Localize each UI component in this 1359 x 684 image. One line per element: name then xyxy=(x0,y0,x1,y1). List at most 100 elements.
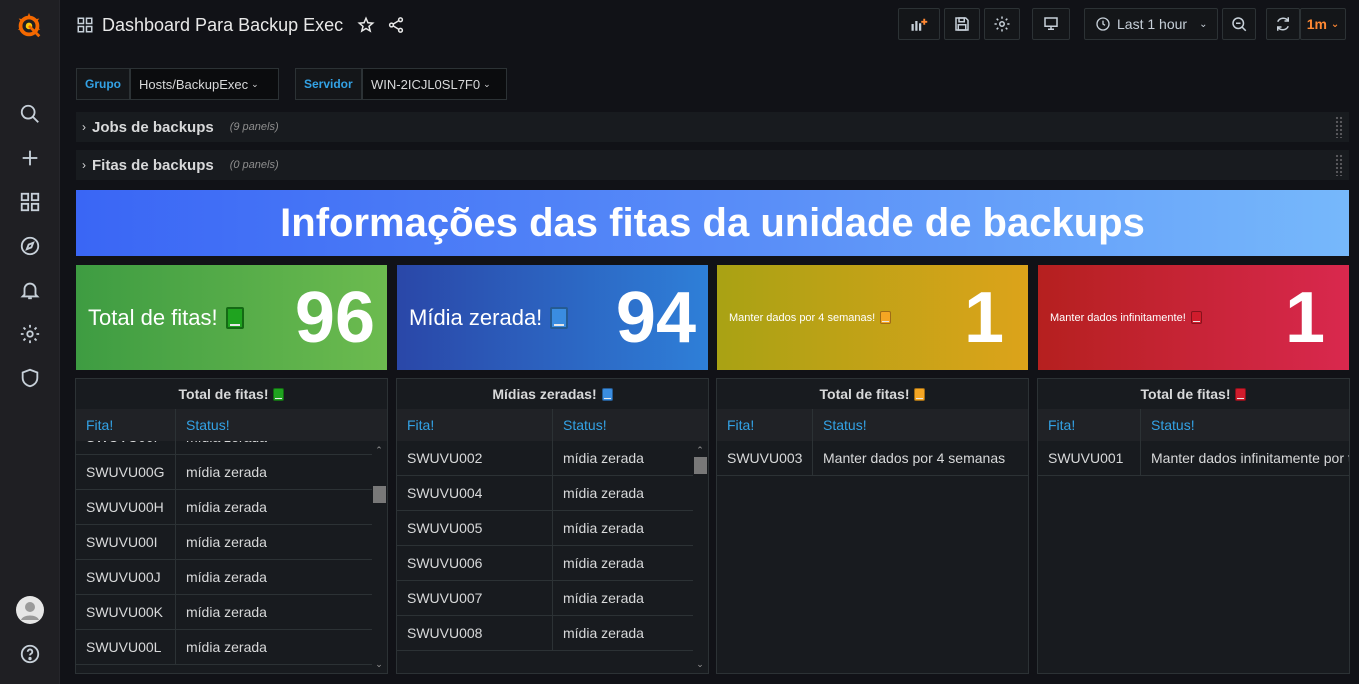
variable-select-servidor[interactable]: WIN-2ICJL0SL7F0 ⌄ xyxy=(362,68,507,100)
share-icon[interactable] xyxy=(387,16,405,34)
scrollbar-thumb[interactable] xyxy=(694,457,707,474)
plus-icon[interactable] xyxy=(16,144,44,172)
table-header: Fita! Status! xyxy=(397,409,708,441)
table-row[interactable]: SWUVU00I mídia zerada xyxy=(76,524,372,560)
scroll-up-icon[interactable]: ⌃ xyxy=(695,445,705,455)
star-icon[interactable] xyxy=(357,16,375,34)
row-title: Jobs de backups xyxy=(92,118,214,136)
column-header-status[interactable]: Status! xyxy=(553,409,693,441)
column-header-status[interactable]: Status! xyxy=(176,409,372,441)
table-row[interactable]: SWUVU001 Manter dados infinitamente por t… xyxy=(1038,441,1349,476)
column-header-fita[interactable]: Fita! xyxy=(76,409,176,441)
column-header-status[interactable]: Status! xyxy=(1141,409,1349,441)
panel-title: Total de fitas! xyxy=(1038,379,1349,409)
table-row[interactable]: SWUVU00K mídia zerada xyxy=(76,594,372,630)
chevron-right-icon: › xyxy=(82,158,86,172)
green-book-icon xyxy=(273,387,285,401)
stat-label: Mídia zerada! xyxy=(409,305,616,331)
table-body[interactable]: SWUVU003 Manter dados por 4 semanas xyxy=(717,441,1028,673)
chevron-down-icon: ⌄ xyxy=(1199,18,1208,30)
stat-manter-infinitamente[interactable]: Manter dados infinitamente! 1 xyxy=(1038,265,1349,370)
stat-value: 1 xyxy=(1284,277,1325,358)
help-icon[interactable] xyxy=(16,640,44,668)
dashboard-settings-button[interactable] xyxy=(984,8,1020,40)
cell-fita: SWUVU006 xyxy=(397,545,553,581)
bell-icon[interactable] xyxy=(16,276,44,304)
table-row[interactable]: SWUVU003 Manter dados por 4 semanas xyxy=(717,441,1028,476)
table-row[interactable]: SWUVU008 mídia zerada xyxy=(397,615,693,651)
gear-icon[interactable] xyxy=(16,320,44,348)
gear-icon xyxy=(994,16,1010,32)
scroll-down-icon[interactable]: ⌄ xyxy=(695,659,705,669)
cell-fita: SWUVU007 xyxy=(397,580,553,616)
table-row[interactable]: SWUVU00J mídia zerada xyxy=(76,559,372,595)
row-jobs-de-backups[interactable]: › Jobs de backups (9 panels) xyxy=(76,112,1349,142)
time-range-picker[interactable]: Last 1 hour ⌄ xyxy=(1084,8,1218,40)
variable-value-servidor: WIN-2ICJL0SL7F0 xyxy=(371,76,481,92)
cell-status: mídia zerada xyxy=(563,520,644,536)
scrollbar[interactable]: ⌃ ⌄ xyxy=(692,441,708,673)
stat-label: Manter dados infinitamente! xyxy=(1050,311,1285,324)
search-icon[interactable] xyxy=(16,100,44,128)
table-body[interactable]: SWUVU002 mídia zerada SWUVU004 mídia zerada… xyxy=(397,441,708,673)
add-panel-button[interactable] xyxy=(898,8,940,40)
cell-status: mídia zerada xyxy=(563,590,644,606)
save-icon xyxy=(955,17,969,31)
cell-fita: SWUVU008 xyxy=(397,615,553,651)
drag-handle-icon[interactable] xyxy=(1335,116,1343,138)
table-header: Fita! Status! xyxy=(717,409,1028,441)
scrollbar[interactable]: ⌃ ⌄ xyxy=(371,441,387,673)
table-row[interactable]: SWUVU002 mídia zerada xyxy=(397,441,693,476)
cell-fita: SWUVU002 xyxy=(397,441,553,476)
cycle-view-mode-button[interactable] xyxy=(1032,8,1070,40)
compass-icon[interactable] xyxy=(16,232,44,260)
refresh-interval-label: 1m xyxy=(1306,16,1327,32)
chevron-down-icon: ⌄ xyxy=(483,78,491,89)
red-book-icon xyxy=(1235,387,1247,401)
column-header-fita[interactable]: Fita! xyxy=(1038,409,1141,441)
column-header-status[interactable]: Status! xyxy=(813,409,1028,441)
table-row[interactable]: SWUVU00L mídia zerada xyxy=(76,629,372,665)
page-title[interactable]: Dashboard Para Backup Exec xyxy=(102,15,343,36)
dashboards-icon[interactable] xyxy=(16,188,44,216)
zoom-out-button[interactable] xyxy=(1222,8,1256,40)
refresh-button[interactable] xyxy=(1266,8,1300,40)
row-fitas-de-backups[interactable]: › Fitas de backups (0 panels) xyxy=(76,150,1349,180)
table-row[interactable]: SWUVU00H mídia zerada xyxy=(76,489,372,525)
table-row[interactable]: SWUVU006 mídia zerada xyxy=(397,545,693,581)
table-row[interactable]: SWUVU00F mídia zerada xyxy=(76,441,372,455)
table-row[interactable]: SWUVU005 mídia zerada xyxy=(397,510,693,546)
scroll-down-icon[interactable]: ⌄ xyxy=(374,659,384,669)
table-body[interactable]: SWUVU001 Manter dados infinitamente por t… xyxy=(1038,441,1349,673)
column-header-fita[interactable]: Fita! xyxy=(397,409,553,441)
grafana-logo-icon[interactable] xyxy=(14,10,44,40)
cell-status: mídia zerada xyxy=(563,450,644,466)
table-row[interactable]: SWUVU007 mídia zerada xyxy=(397,580,693,616)
stat-midia-zerada[interactable]: Mídia zerada! 94 xyxy=(397,265,708,370)
column-header-fita[interactable]: Fita! xyxy=(717,409,813,441)
monitor-icon xyxy=(1044,17,1058,30)
refresh-interval-picker[interactable]: 1m ⌄ xyxy=(1300,8,1346,40)
avatar[interactable] xyxy=(16,596,44,624)
cell-fita: SWUVU003 xyxy=(717,441,813,476)
save-dashboard-button[interactable] xyxy=(944,8,980,40)
scroll-up-icon[interactable]: ⌃ xyxy=(374,445,384,455)
green-book-icon xyxy=(225,306,244,329)
table-body[interactable]: SWUVU00F mídia zerada SWUVU00Gmídia zera… xyxy=(76,441,387,673)
orange-book-icon xyxy=(914,387,926,401)
table-row[interactable]: SWUVU00G mídia zerada xyxy=(76,454,372,490)
stat-manter-4-semanas[interactable]: Manter dados por 4 semanas! 1 xyxy=(717,265,1028,370)
stat-total-de-fitas[interactable]: Total de fitas! 96 xyxy=(76,265,387,370)
zoom-out-icon xyxy=(1232,17,1247,32)
row-title: Fitas de backups xyxy=(92,156,214,174)
cell-fita: SWUVU00L xyxy=(76,629,176,665)
clock-icon xyxy=(1096,17,1110,31)
drag-handle-icon[interactable] xyxy=(1335,154,1343,176)
shield-icon[interactable] xyxy=(16,364,44,392)
table-panel-midias-zeradas: Mídias zeradas! Fita! Status! SWUVU002 mí… xyxy=(396,378,709,674)
variable-select-grupo[interactable]: Hosts/BackupExec ⌄ xyxy=(130,68,279,100)
table-row[interactable]: SWUVU004 mídia zerada xyxy=(397,475,693,511)
cell-fita: SWUVU005 xyxy=(397,510,553,546)
scrollbar-thumb[interactable] xyxy=(373,486,386,503)
cell-fita: SWUVU00J xyxy=(76,559,176,595)
